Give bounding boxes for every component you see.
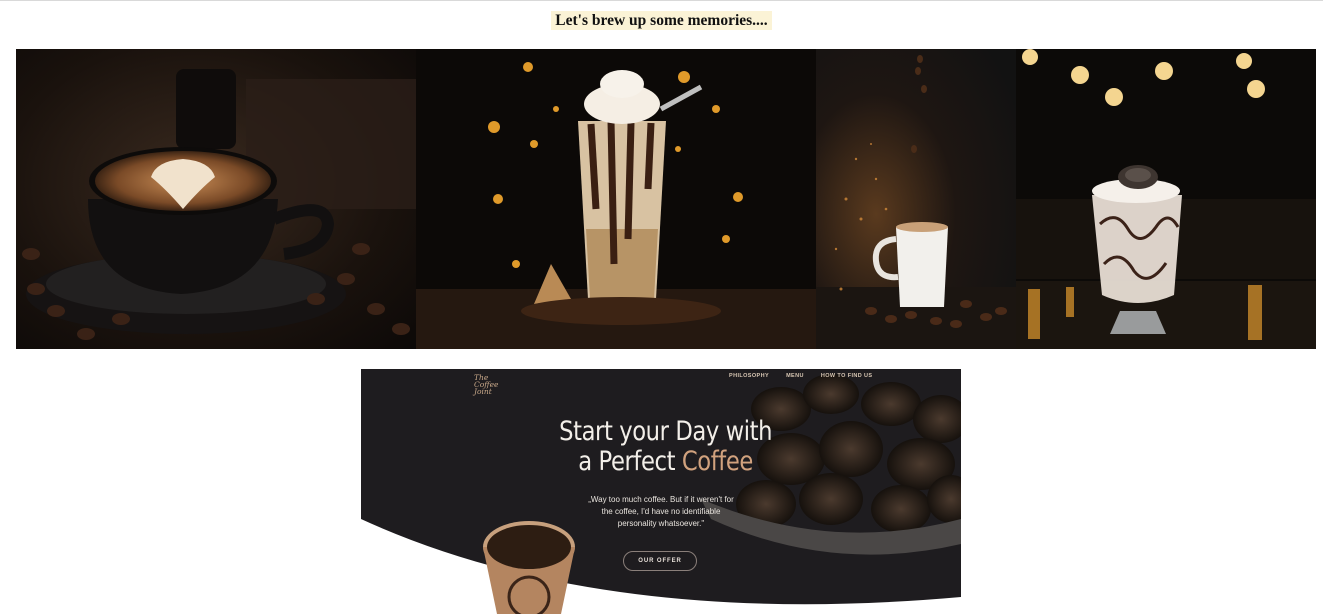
hero-title-prefix: a Perfect [578,446,682,477]
hero-quote: „Way too much coffee. But if it weren't … [588,495,734,528]
hero-title-line2: a Perfect Coffee [527,447,804,477]
our-offer-button[interactable]: OUR OFFER [623,551,697,571]
hero-title-line1: Start your Day with [559,416,773,447]
preview-nav: PHILOSOPHY MENU HOW TO FIND US [729,373,873,379]
page-heading: Let's brew up some memories.... [0,11,1323,30]
coffee-joint-logo: The Coffee Joint [474,373,499,396]
hero-title-accent: Coffee [681,446,753,477]
nav-link-philosophy[interactable]: PHILOSOPHY [729,373,769,379]
website-preview: The Coffee Joint PHILOSOPHY MENU HOW TO … [361,369,961,614]
cookie-milkshake-image [1016,49,1316,349]
nav-link-how-to-find-us[interactable]: HOW TO FIND US [821,373,873,379]
top-divider [0,0,1323,1]
page-heading-text: Let's brew up some memories.... [551,11,772,30]
white-coffee-mug-image [816,49,1016,349]
hero-title: Start your Day with a Perfect Coffee [527,417,804,477]
chocolate-frappe-image [416,49,816,349]
coffee-gallery [16,49,1316,349]
latte-art-cup-image [16,49,416,349]
nav-link-menu[interactable]: MENU [786,373,804,379]
